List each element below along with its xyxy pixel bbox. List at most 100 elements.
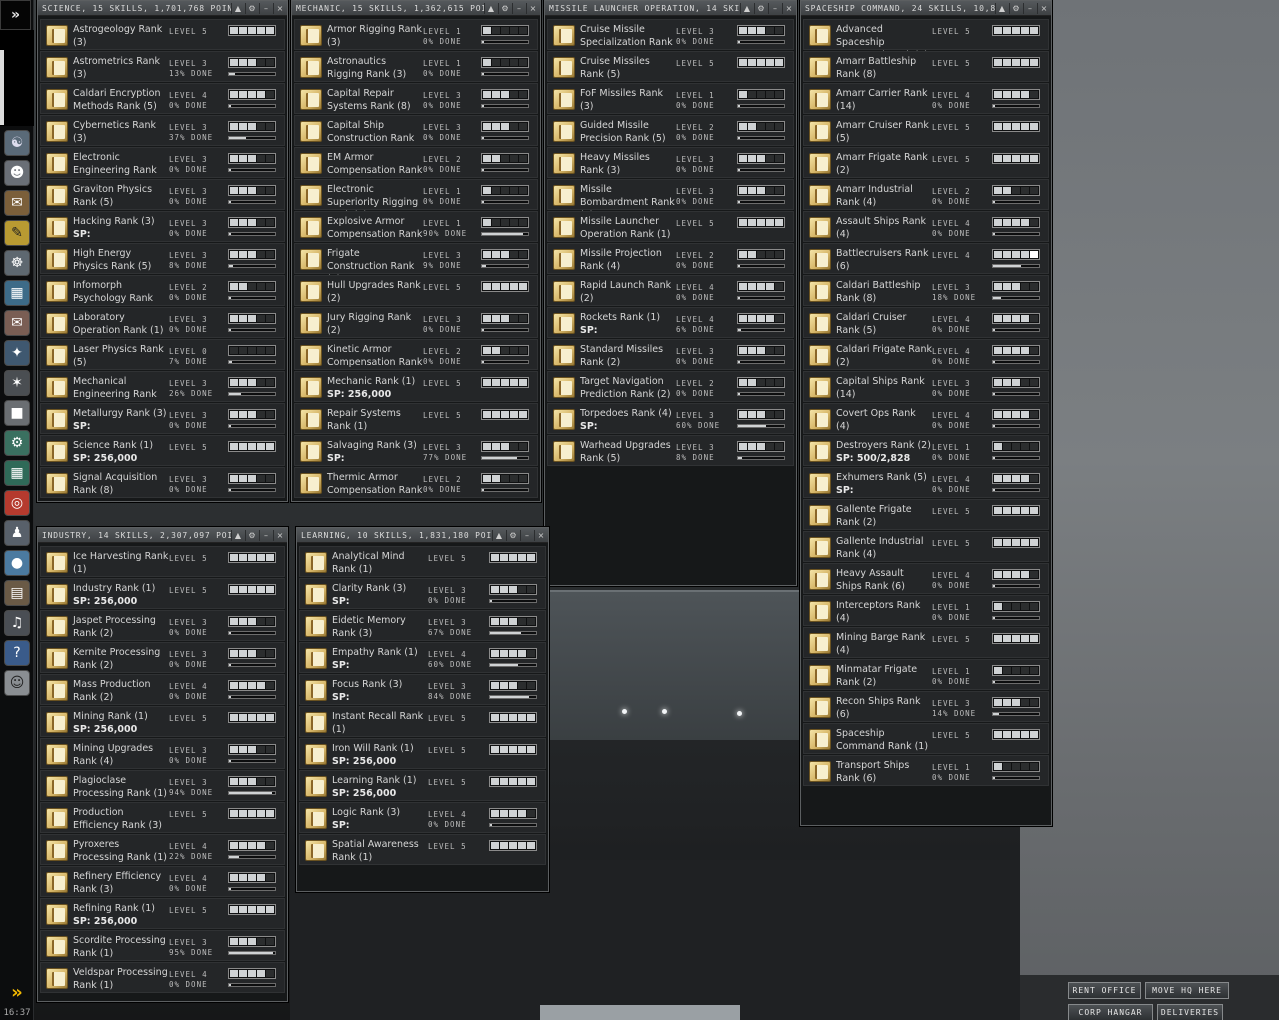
browser-icon[interactable]: ●: [4, 550, 30, 576]
minimize-icon[interactable]: –: [520, 529, 533, 541]
window-titlebar[interactable]: INDUSTRY, 14 SKILLS, 2,307,097 POINTS ▲ ⚙ –…: [38, 528, 287, 543]
window-options-icon[interactable]: ⚙: [1009, 2, 1022, 14]
skill-row[interactable]: Hull Upgrades Rank (2) LEVEL 5: [294, 275, 538, 306]
skill-row[interactable]: Cybernetics Rank (3) LEVEL 3 37% DONE: [40, 115, 285, 146]
expand-neocom-button[interactable]: »: [0, 0, 31, 30]
window-titlebar[interactable]: MECHANIC, 15 SKILLS, 1,362,615 POINTS ▲ ⚙ –…: [292, 1, 540, 16]
skill-row[interactable]: Mechanic Rank (1) SP: 256,000 LEVEL 5: [294, 371, 538, 402]
skill-row[interactable]: Mining Barge Rank (4) LEVEL 5: [803, 627, 1049, 658]
skill-row[interactable]: Rockets Rank (1) SP: LEVEL 4 6% DONE: [547, 307, 794, 338]
skill-row[interactable]: Kernite Processing Rank (2) LEVEL 3 0% DO…: [40, 642, 285, 673]
skill-row[interactable]: Mining Rank (1) SP: 256,000 LEVEL 5: [40, 706, 285, 737]
window-options-icon[interactable]: ⚙: [245, 2, 258, 14]
skill-row[interactable]: Veldspar Processing Rank (1) LEVEL 4 0% D…: [40, 962, 285, 993]
skill-row[interactable]: Exhumers Rank (5) SP: LEVEL 4 0% DONE: [803, 467, 1049, 498]
people-places-icon[interactable]: ☻: [4, 160, 30, 186]
skill-row[interactable]: Jury Rigging Rank (2) LEVEL 3 0% DONE: [294, 307, 538, 338]
skill-row[interactable]: Transport Ships Rank (6) LEVEL 1 0% DONE: [803, 755, 1049, 786]
skill-row[interactable]: Frigate Construction Rank (2)LEVEL 3 9% …: [294, 243, 538, 285]
skill-row[interactable]: Repair Systems Rank (1) LEVEL 5: [294, 403, 538, 434]
window-stack-icon[interactable]: ▲: [231, 529, 244, 541]
skill-row[interactable]: Clarity Rank (3) SP: LEVEL 3 0% DONE: [299, 578, 546, 609]
skill-row[interactable]: Metallurgy Rank (3) SP: LEVEL 3 0% DONE: [40, 403, 285, 434]
skill-row[interactable]: Kinetic Armor Compensation Rank LEVEL 2 0…: [294, 339, 538, 370]
skill-row[interactable]: Amarr Industrial Rank (4) LEVEL 2 0% DONE: [803, 179, 1049, 210]
close-icon[interactable]: ×: [273, 2, 286, 14]
skill-row[interactable]: Assault Ships Rank (4) LEVEL 4 0% DONE: [803, 211, 1049, 242]
skill-row[interactable]: Scordite Processing Rank (1) LEVEL 3 95% …: [40, 930, 285, 961]
help-lifebuoy-icon[interactable]: ◎: [4, 490, 30, 516]
minimize-icon[interactable]: –: [768, 2, 781, 14]
skill-row[interactable]: Refinery Efficiency Rank (3) LEVEL 4 0% D…: [40, 866, 285, 897]
skill-row[interactable]: Infomorph Psychology Rank LEVEL 2 0% DONE: [40, 275, 285, 306]
skill-row[interactable]: Focus Rank (3) SP: LEVEL 3 84% DONE: [299, 674, 546, 705]
window-options-icon[interactable]: ⚙: [498, 2, 511, 14]
skill-row[interactable]: EM Armor Compensation Rank LEVEL 2 0% DON…: [294, 147, 538, 178]
skill-row[interactable]: Explosive Armor Compensation Rank LEVEL 1…: [294, 211, 538, 242]
skill-row[interactable]: Logic Rank (3) SP: LEVEL 4 0% DONE: [299, 802, 546, 833]
window-titlebar[interactable]: SPACESHIP COMMAND, 24 SKILLS, 10,8 ▲ ⚙ – ×: [801, 1, 1051, 16]
contracts-icon[interactable]: ▤: [4, 580, 30, 606]
skill-row[interactable]: Signal Acquisition Rank (8) LEVEL 3 0% DO…: [40, 467, 285, 498]
skill-row[interactable]: Battlecruisers Rank (6) LEVEL 4: [803, 243, 1049, 274]
skill-row[interactable]: Astrometrics Rank (3) LEVEL 3 13% DONE: [40, 51, 285, 82]
character-portrait-icon[interactable]: ☺: [4, 670, 30, 696]
skill-row[interactable]: Pyroxeres Processing Rank (1) LEVEL 4 22%…: [40, 834, 285, 865]
window-titlebar[interactable]: LEARNING, 10 SKILLS, 1,831,180 POINTS ▲ ⚙ –…: [297, 528, 548, 543]
skill-row[interactable]: Plagioclase Processing Rank (1) LEVEL 3 9…: [40, 770, 285, 801]
minimize-icon[interactable]: –: [512, 2, 525, 14]
corp-hangar-button[interactable]: CORP HANGAR: [1068, 1004, 1153, 1020]
skill-row[interactable]: Spatial Awareness Rank (1) LEVEL 5: [299, 834, 546, 865]
skill-row[interactable]: Industry Rank (1) SP: 256,000 LEVEL 5: [40, 578, 285, 609]
skill-row[interactable]: Armor Rigging Rank (3) LEVEL 1 0% DONE: [294, 19, 538, 50]
close-icon[interactable]: ×: [782, 2, 795, 14]
info-icon[interactable]: ?: [4, 640, 30, 666]
window-titlebar[interactable]: MISSILE LAUNCHER OPERATION, 14 SKILLS ▲ ⚙ –…: [545, 1, 796, 16]
window-stack-icon[interactable]: ▲: [484, 2, 497, 14]
skill-row[interactable]: Astrogeology Rank (3) LEVEL 5: [40, 19, 285, 50]
skill-row[interactable]: Gallente Industrial Rank (4) LEVEL 5: [803, 531, 1049, 562]
skill-row[interactable]: Laser Physics Rank (5) LEVEL 0 7% DONE: [40, 339, 285, 370]
mail-icon[interactable]: ✉: [4, 190, 30, 216]
skill-row[interactable]: Spaceship Command Rank (1) LEVEL 5: [803, 723, 1049, 754]
window-stack-icon[interactable]: ▲: [740, 2, 753, 14]
notepad-icon[interactable]: ✎: [4, 220, 30, 246]
window-options-icon[interactable]: ⚙: [506, 529, 519, 541]
skill-row[interactable]: Capital Repair Systems Rank (8) LEVEL 3 0…: [294, 83, 538, 114]
skill-row[interactable]: Target Navigation Prediction Rank (2) LEV…: [547, 371, 794, 402]
assets-icon[interactable]: ▦: [4, 280, 30, 306]
audio-icon[interactable]: ♫: [4, 610, 30, 636]
skill-row[interactable]: Gallente Frigate Rank (2) LEVEL 5: [803, 499, 1049, 530]
skill-row[interactable]: Cruise Missiles Rank (5) LEVEL 5: [547, 51, 794, 82]
close-icon[interactable]: ×: [526, 2, 539, 14]
skill-row[interactable]: Covert Ops Rank (4) LEVEL 4 0% DONE: [803, 403, 1049, 434]
window-stack-icon[interactable]: ▲: [995, 2, 1008, 14]
skill-row[interactable]: Caldari Frigate Rank (2) LEVEL 4 0% DONE: [803, 339, 1049, 370]
skill-row[interactable]: Thermic Armor Compensation Rank LEVEL 2 0…: [294, 467, 538, 498]
skill-row[interactable]: Amarr Carrier Rank (14) LEVEL 4 0% DONE: [803, 83, 1049, 114]
minimize-icon[interactable]: –: [259, 2, 272, 14]
skill-row[interactable]: Recon Ships Rank (6) LEVEL 3 14% DONE: [803, 691, 1049, 722]
skill-row[interactable]: Heavy Assault Ships Rank (6) LEVEL 4 0% D…: [803, 563, 1049, 594]
minimize-icon[interactable]: –: [259, 529, 272, 541]
skill-row[interactable]: Rapid Launch Rank (2) LEVEL 4 0% DONE: [547, 275, 794, 306]
skill-row[interactable]: Ice Harvesting Rank (1) LEVEL 5: [40, 546, 285, 577]
skill-row[interactable]: Capital Ship Construction Rank LEVEL 3 0%…: [294, 115, 538, 146]
skill-row[interactable]: Amarr Battleship Rank (8) LEVEL 5: [803, 51, 1049, 82]
skill-row[interactable]: Refining Rank (1) SP: 256,000 LEVEL 5: [40, 898, 285, 929]
skill-row[interactable]: Mechanical Engineering Rank LEVEL 3 26% D…: [40, 371, 285, 402]
skill-row[interactable]: Warhead Upgrades Rank (5) LEVEL 3 8% DONE: [547, 435, 794, 466]
skill-row[interactable]: Production Efficiency Rank (3) LEVEL 5: [40, 802, 285, 833]
skill-row[interactable]: Cruise Missile Specialization Rank LEVEL …: [547, 19, 794, 50]
skill-row[interactable]: Learning Rank (1) SP: 256,000 LEVEL 5: [299, 770, 546, 801]
skill-row[interactable]: Science Rank (1) SP: 256,000 LEVEL 5: [40, 435, 285, 466]
market-icon[interactable]: ■: [4, 400, 30, 426]
skill-row[interactable]: Capital Ships Rank (14) LEVEL 3 0% DONE: [803, 371, 1049, 402]
skill-row[interactable]: Jaspet Processing Rank (2) LEVEL 3 0% DON…: [40, 610, 285, 641]
science-industry-icon[interactable]: ⚙: [4, 430, 30, 456]
skill-row[interactable]: Empathy Rank (1) SP: LEVEL 4 60% DONE: [299, 642, 546, 673]
skill-row[interactable]: High Energy Physics Rank (5) LEVEL 3 8% D…: [40, 243, 285, 274]
map-icon[interactable]: ✦: [4, 340, 30, 366]
rent-office-button[interactable]: RENT OFFICE: [1068, 982, 1141, 999]
skill-row[interactable]: Caldari Battleship Rank (8) LEVEL 3 18% D…: [803, 275, 1049, 306]
